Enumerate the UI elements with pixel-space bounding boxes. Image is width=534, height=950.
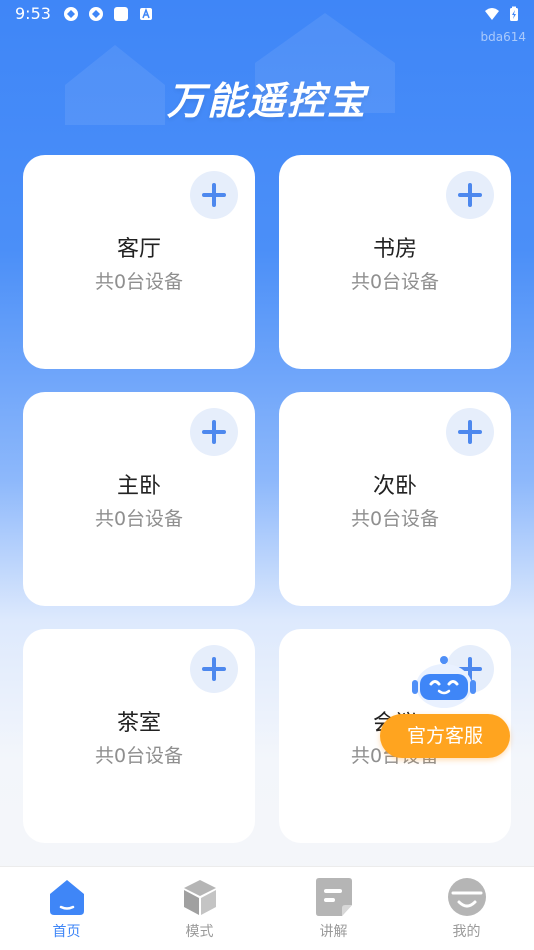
room-card-study[interactable]: 书房 共0台设备 [279,155,511,369]
battery-icon [510,6,518,21]
room-card-living-room[interactable]: 客厅 共0台设备 [23,155,255,369]
room-name: 书房 [372,237,417,262]
bottom-tab-bar: 首页 模式 讲解 我的 [0,866,534,950]
device-count: 共0台设备 [94,745,184,767]
device-count: 共0台设备 [350,508,440,530]
room-name: 茶室 [116,711,161,736]
app-title: 万能遥控宝 [166,79,367,123]
cube-icon [184,880,216,915]
tab-home[interactable]: 首页 [0,867,133,950]
device-count: 共0台设备 [94,271,184,293]
document-icon [316,878,352,916]
robot-mascot-icon[interactable] [408,652,480,724]
tab-guide[interactable]: 讲解 [267,867,400,950]
add-device-icon[interactable] [190,645,238,693]
a-notification-icon [140,7,152,20]
add-device-icon[interactable] [446,171,494,219]
tab-profile[interactable]: 我的 [400,867,533,950]
device-count: 共0台设备 [94,508,184,530]
add-device-icon[interactable] [190,171,238,219]
wifi-icon [485,8,499,20]
app-notification-icon [64,7,78,21]
tab-label: 我的 [452,924,481,940]
home-icon [50,880,84,915]
room-card-second-bedroom[interactable]: 次卧 共0台设备 [279,392,511,606]
room-card-tea-room[interactable]: 茶室 共0台设备 [23,629,255,843]
tab-label: 首页 [52,924,81,940]
tab-label: 讲解 [319,924,348,940]
build-tag: bda614 [480,30,527,44]
tab-label: 模式 [185,924,214,940]
room-name: 主卧 [116,474,161,499]
tab-mode[interactable]: 模式 [133,867,266,950]
add-device-icon[interactable] [190,408,238,456]
room-name: 客厅 [116,237,161,262]
square-notification-icon [114,7,128,21]
room-name: 次卧 [372,474,417,499]
status-time: 9:53 [15,4,51,23]
add-device-icon[interactable] [446,408,494,456]
device-count: 共0台设备 [350,271,440,293]
profile-icon [448,878,486,916]
room-card-master-bedroom[interactable]: 主卧 共0台设备 [23,392,255,606]
app-notification-icon [89,7,103,21]
